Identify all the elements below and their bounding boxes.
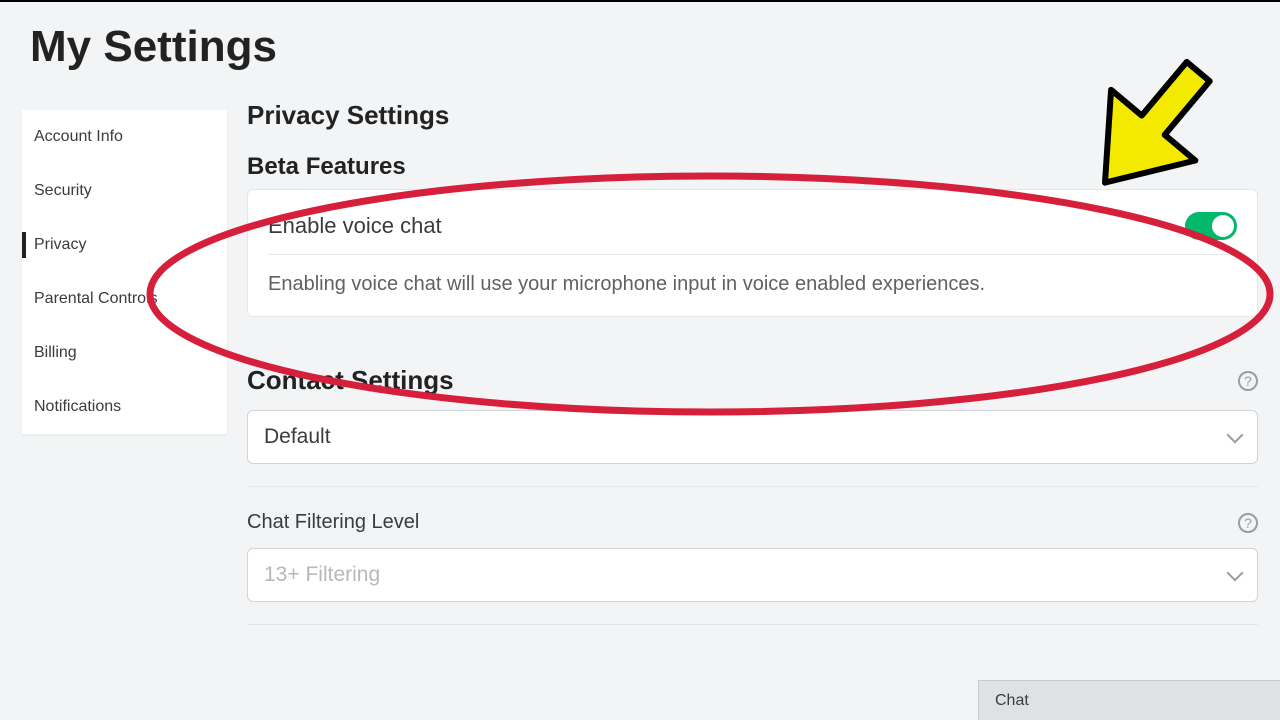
page-title: My Settings [0,2,1280,82]
contact-settings-value: Default [264,425,331,449]
sidebar-item-security[interactable]: Security [22,164,227,218]
sidebar-item-parental-controls[interactable]: Parental Controls [22,272,227,326]
chevron-down-icon [1227,565,1244,582]
beta-features-card: Enable voice chat Enabling voice chat wi… [247,189,1258,317]
chat-filtering-select[interactable]: 13+ Filtering [247,548,1258,602]
contact-settings-heading: Contact Settings [247,365,454,396]
chat-filtering-value: 13+ Filtering [264,563,380,587]
settings-content: Privacy Settings Beta Features Enable vo… [227,82,1258,625]
privacy-settings-heading: Privacy Settings [247,100,1258,131]
chat-bar-label: Chat [995,692,1029,710]
chat-bar[interactable]: Chat [978,680,1280,720]
sidebar-item-account-info[interactable]: Account Info [22,110,227,164]
sidebar-item-notifications[interactable]: Notifications [22,380,227,434]
sidebar-item-billing[interactable]: Billing [22,326,227,380]
contact-settings-select[interactable]: Default [247,410,1258,464]
toggle-knob [1212,215,1234,237]
enable-voice-chat-label: Enable voice chat [268,213,442,239]
beta-features-heading: Beta Features [247,153,1258,181]
help-icon[interactable]: ? [1238,513,1258,533]
help-icon[interactable]: ? [1238,371,1258,391]
divider [247,486,1258,487]
enable-voice-chat-description: Enabling voice chat will use your microp… [268,255,1237,296]
enable-voice-chat-toggle[interactable] [1185,212,1237,240]
divider [247,624,1258,625]
settings-sidebar: Account Info Security Privacy Parental C… [22,110,227,434]
sidebar-item-privacy[interactable]: Privacy [22,218,227,272]
enable-voice-chat-row: Enable voice chat [268,204,1237,255]
chevron-down-icon [1227,427,1244,444]
chat-filtering-label: Chat Filtering Level [247,511,419,534]
